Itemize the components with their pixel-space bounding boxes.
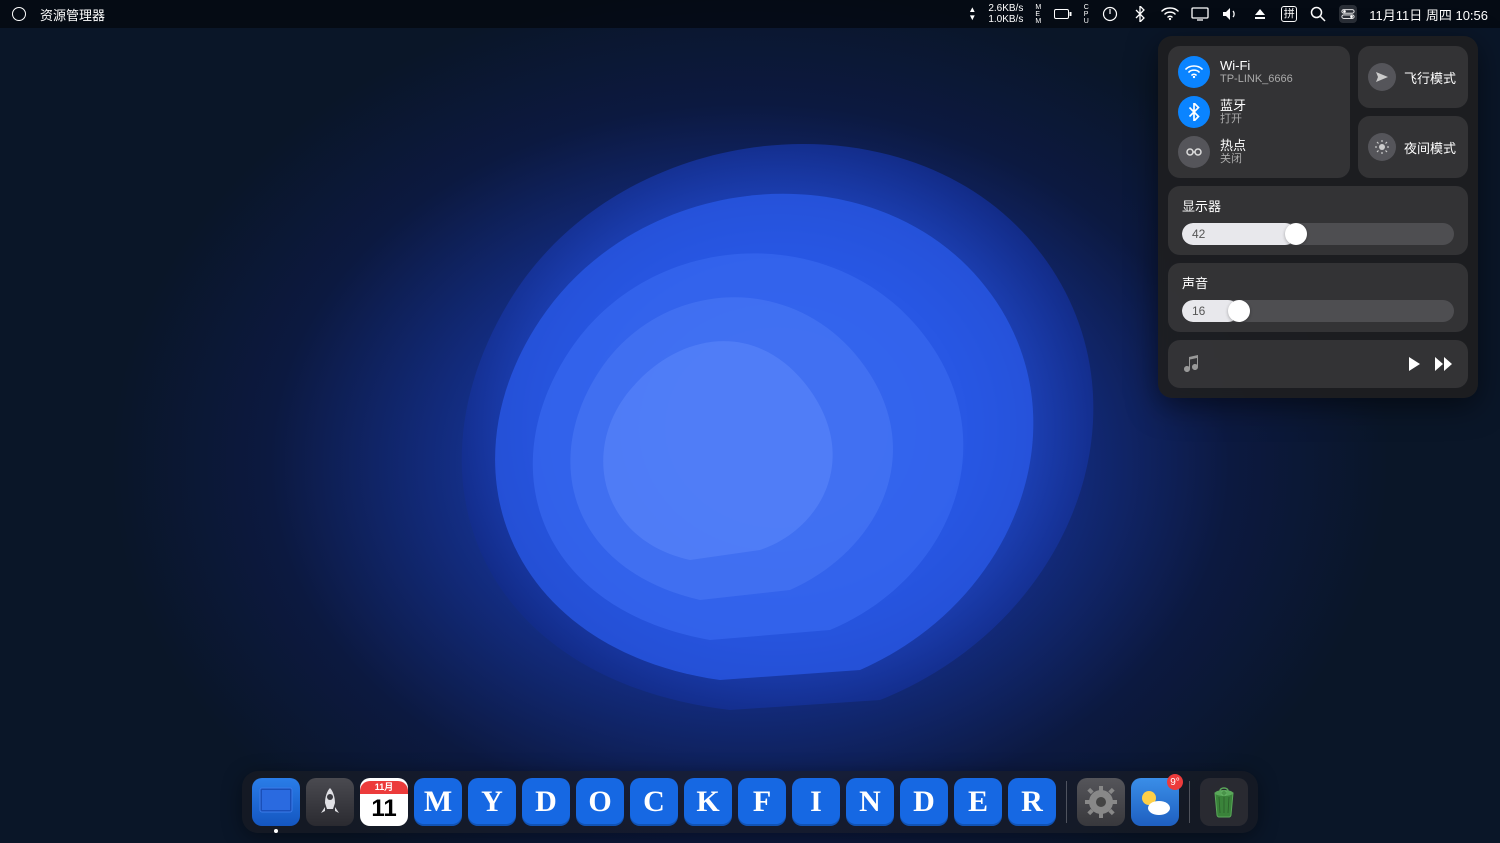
- dock-letter-i-7[interactable]: I: [792, 778, 840, 826]
- calendar-day: 11: [371, 794, 396, 824]
- night-mode-toggle[interactable]: 夜间模式: [1358, 116, 1468, 178]
- bluetooth-icon: [1178, 96, 1210, 128]
- calendar-month: 11月: [360, 781, 408, 794]
- monitor-icon[interactable]: [1191, 5, 1209, 23]
- dock-separator: [1066, 781, 1067, 823]
- play-button[interactable]: [1406, 356, 1422, 372]
- dock-finder[interactable]: [252, 778, 300, 826]
- net-arrows-icon: ▲▼: [968, 6, 976, 22]
- wifi-sub: TP-LINK_6666: [1220, 73, 1293, 86]
- display-brightness-section: 显示器 42: [1168, 186, 1468, 255]
- hotspot-title: 热点: [1220, 138, 1246, 154]
- bluetooth-toggle[interactable]: 蓝牙打开: [1178, 96, 1340, 128]
- dock-letter-m-0[interactable]: M: [414, 778, 462, 826]
- clock[interactable]: 11月11日 周四 10:56: [1369, 5, 1488, 24]
- weather-badge: 9°: [1167, 774, 1183, 790]
- dock-letter-o-3[interactable]: O: [576, 778, 624, 826]
- airplane-icon: [1368, 63, 1396, 91]
- hotspot-icon: [1178, 136, 1210, 168]
- airplane-mode-toggle[interactable]: 飞行模式: [1358, 46, 1468, 108]
- app-menu-name[interactable]: 资源管理器: [40, 5, 105, 24]
- mem-label[interactable]: MEM: [1035, 4, 1041, 25]
- volume-value: 16: [1192, 304, 1205, 318]
- media-controls-card: [1168, 340, 1468, 388]
- volume-slider[interactable]: 16: [1182, 300, 1454, 322]
- control-center-panel: Wi-FiTP-LINK_6666 蓝牙打开 热点关闭 飞行模式 夜间模式 显示…: [1158, 36, 1478, 398]
- wifi-toggle[interactable]: Wi-FiTP-LINK_6666: [1178, 56, 1340, 88]
- brightness-value: 42: [1192, 227, 1205, 241]
- search-icon[interactable]: [1309, 5, 1327, 23]
- dock-letter-c-4[interactable]: C: [630, 778, 678, 826]
- display-label: 显示器: [1182, 196, 1454, 215]
- eject-icon[interactable]: [1251, 5, 1269, 23]
- hotspot-toggle[interactable]: 热点关闭: [1178, 136, 1340, 168]
- dock-settings[interactable]: [1077, 778, 1125, 826]
- dock-letter-n-8[interactable]: N: [846, 778, 894, 826]
- brightness-slider[interactable]: 42: [1182, 223, 1454, 245]
- music-icon: [1182, 354, 1202, 374]
- dock-letter-e-10[interactable]: E: [954, 778, 1002, 826]
- connectivity-card: Wi-FiTP-LINK_6666 蓝牙打开 热点关闭: [1168, 46, 1350, 178]
- wifi-title: Wi-Fi: [1220, 58, 1293, 74]
- sound-label: 声音: [1182, 273, 1454, 292]
- night-mode-label: 夜间模式: [1404, 138, 1456, 157]
- dock-trash[interactable]: [1200, 778, 1248, 826]
- control-center-icon[interactable]: [1339, 5, 1357, 23]
- sound-section: 声音 16: [1168, 263, 1468, 332]
- hotspot-sub: 关闭: [1220, 153, 1246, 166]
- system-menu-icon[interactable]: [12, 7, 26, 21]
- volume-icon[interactable]: [1221, 5, 1239, 23]
- menu-bar: 资源管理器 ▲▼ 2.6KB/s 1.0KB/s MEM CPU 拼 11月11…: [0, 0, 1500, 28]
- bluetooth-icon[interactable]: [1131, 5, 1149, 23]
- battery-icon[interactable]: [1054, 5, 1072, 23]
- wifi-icon: [1178, 56, 1210, 88]
- bluetooth-sub: 打开: [1220, 113, 1246, 126]
- dock-letter-f-6[interactable]: F: [738, 778, 786, 826]
- dock-letter-r-11[interactable]: R: [1008, 778, 1056, 826]
- bluetooth-title: 蓝牙: [1220, 98, 1246, 114]
- dock-launchpad[interactable]: [306, 778, 354, 826]
- dock-letter-d-9[interactable]: D: [900, 778, 948, 826]
- dock-letter-k-5[interactable]: K: [684, 778, 732, 826]
- dock: 11月 11 MYDOCKFINDER 9°: [242, 771, 1258, 833]
- night-mode-icon: [1368, 133, 1396, 161]
- airplane-label: 飞行模式: [1404, 68, 1456, 87]
- dock-letter-d-2[interactable]: D: [522, 778, 570, 826]
- cpu-gauge-icon[interactable]: [1101, 5, 1119, 23]
- dock-letter-y-1[interactable]: Y: [468, 778, 516, 826]
- dock-calendar[interactable]: 11月 11: [360, 778, 408, 826]
- next-track-button[interactable]: [1434, 356, 1454, 372]
- cpu-label[interactable]: CPU: [1084, 4, 1090, 25]
- dock-separator: [1189, 781, 1190, 823]
- input-method-icon[interactable]: 拼: [1281, 6, 1297, 22]
- wifi-icon[interactable]: [1161, 5, 1179, 23]
- dock-weather[interactable]: 9°: [1131, 778, 1179, 826]
- network-speed[interactable]: 2.6KB/s 1.0KB/s: [988, 3, 1023, 25]
